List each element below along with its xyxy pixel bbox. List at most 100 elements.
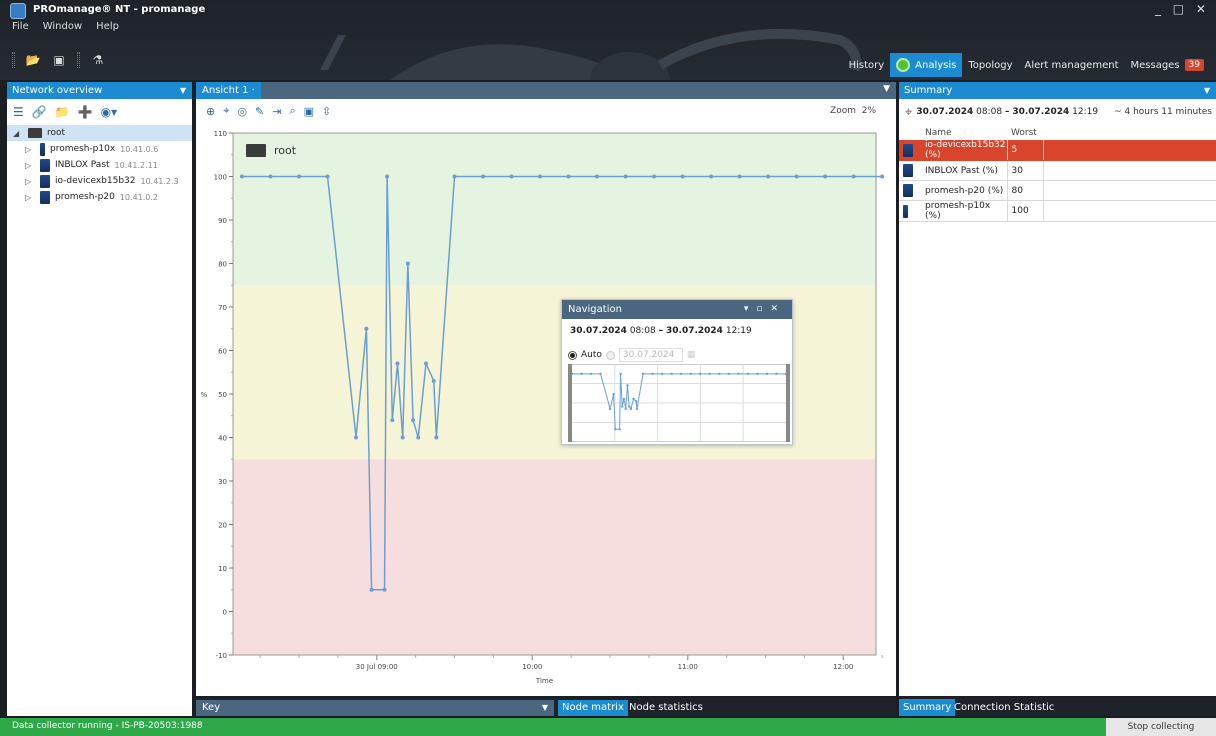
data-point — [538, 174, 543, 179]
tab-node-matrix[interactable]: Node matrix — [558, 700, 628, 716]
add-folder-icon[interactable]: 📁 — [55, 105, 70, 119]
add-device-icon[interactable]: ➕ — [78, 105, 93, 119]
menu-help[interactable]: Help — [96, 21, 119, 32]
zoom-area-icon[interactable]: ▣ — [304, 105, 314, 118]
window-controls[interactable]: _ □ ✕ — [1155, 2, 1210, 16]
tab-history[interactable]: History — [843, 53, 891, 77]
app-window: PROmanage® NT - promanage _ □ ✕ File Win… — [0, 0, 1216, 736]
navigation-minimap[interactable] — [568, 364, 790, 442]
expand-caret-icon[interactable]: ▷ — [25, 193, 35, 202]
tree-node-device[interactable]: ▷ INBLOX Past 10.41.2.11 — [7, 157, 192, 173]
data-point — [509, 174, 514, 179]
expand-caret-icon[interactable]: ▷ — [25, 145, 35, 154]
x-tick-label: 11:00 — [678, 663, 698, 671]
panel-menu-icon[interactable]: ▼ — [1204, 82, 1210, 99]
pointer-icon[interactable]: ⊕ — [206, 105, 215, 118]
table-row[interactable]: io-devicexb15b32 (%) 5 — [899, 140, 1216, 161]
summary-table: Name Worst io-devicexb15b32 (%) 5 INBLOX… — [899, 125, 1216, 222]
navigation-mode: Auto 30.07.2024 ▦ — [568, 348, 695, 362]
minimap-point — [599, 372, 602, 376]
close-tab-icon[interactable]: · — [252, 85, 255, 96]
table-row[interactable]: INBLOX Past (%) 30 — [899, 160, 1216, 181]
date-field[interactable]: 30.07.2024 — [618, 348, 683, 362]
minimap-point — [612, 393, 615, 396]
view-options-icon[interactable]: ◉▾ — [101, 105, 118, 119]
minimap-point — [634, 400, 638, 403]
toolbar-grip[interactable] — [77, 52, 80, 68]
tab-node-statistics[interactable]: Node statistics — [625, 700, 707, 716]
column-header-name[interactable]: Name — [921, 125, 1007, 140]
menu-bar: File Window Help — [12, 21, 119, 32]
tab-alert-management[interactable]: Alert management — [1019, 53, 1125, 77]
range-start-time: 08:08 — [629, 326, 656, 336]
minimap-point — [618, 428, 621, 431]
range-separator: – — [1004, 107, 1010, 117]
minimap-point — [708, 372, 711, 376]
data-point — [325, 174, 330, 179]
expand-caret-icon[interactable]: ▷ — [25, 177, 35, 186]
tab-topology[interactable]: Topology — [962, 53, 1018, 77]
fit-height-icon[interactable]: ⇳ — [322, 105, 331, 118]
stop-collecting-button[interactable]: Stop collecting — [1106, 718, 1216, 736]
fit-width-icon[interactable]: ⇥ — [272, 105, 281, 118]
save-icon[interactable]: ▣ — [51, 53, 67, 67]
popup-window-controls[interactable]: ▾▫✕ — [744, 300, 786, 319]
network-settings-icon[interactable]: ⚗ — [90, 53, 106, 67]
tree-node-device[interactable]: ▷ io-devicexb15b32 10.41.2.3 — [7, 173, 192, 189]
data-point — [434, 435, 439, 440]
tab-summary[interactable]: Summary — [899, 699, 956, 716]
zoom-value: 2% — [861, 106, 876, 116]
pen-icon[interactable]: ✎ — [255, 105, 264, 118]
data-point — [390, 418, 395, 423]
row-name: INBLOX Past (%) — [921, 160, 1007, 181]
tab-messages[interactable]: Messages 39 — [1125, 53, 1211, 77]
column-header-worst[interactable]: Worst — [1007, 125, 1043, 140]
tree-node-label: promesh-p10x — [50, 144, 116, 154]
data-point — [405, 261, 410, 266]
open-folder-icon[interactable]: 📂 — [25, 53, 41, 67]
data-point — [766, 174, 771, 179]
table-row[interactable]: promesh-p20 (%) 80 — [899, 180, 1216, 201]
data-point — [652, 174, 657, 179]
menu-file[interactable]: File — [12, 21, 29, 32]
table-row[interactable]: promesh-p10x (%) 100 — [899, 200, 1216, 222]
data-point — [851, 174, 856, 179]
analysis-status-icon — [896, 58, 911, 72]
minimap-point — [746, 372, 750, 376]
navigation-title: Navigation — [568, 304, 622, 315]
messages-count-badge: 39 — [1184, 59, 1204, 71]
main-nav-tabs: History Analysis Topology Alert manageme… — [843, 53, 1210, 77]
data-point — [452, 174, 457, 179]
menu-window[interactable]: Window — [43, 21, 82, 32]
link-icon[interactable]: 🔗 — [32, 105, 47, 119]
tree-node-device[interactable]: ▷ promesh-p10x 10.41.0.6 — [7, 141, 192, 157]
status-bar: Data collector running - IS-PB-20503:198… — [0, 718, 1216, 736]
panel-menu-icon[interactable]: ▼ — [180, 82, 186, 99]
view-tabs-menu-icon[interactable]: ▼ — [883, 84, 890, 94]
list-view-icon[interactable]: ☰ — [13, 105, 24, 119]
collapse-caret-icon[interactable]: ◢ — [13, 129, 23, 138]
auto-radio[interactable] — [568, 350, 577, 360]
x-axis-label: Time — [535, 677, 553, 685]
tree-node-device[interactable]: ▷ promesh-p20 10.41.0.2 — [7, 189, 192, 205]
minimap-point — [629, 407, 633, 411]
snapshot-icon[interactable]: ◎ — [237, 105, 247, 118]
zoom-icon[interactable]: ⌕ — [289, 104, 295, 118]
date-radio[interactable] — [605, 350, 615, 360]
status-text: Data collector running - IS-PB-20503:198… — [12, 721, 203, 731]
expand-caret-icon[interactable]: ▷ — [25, 161, 35, 170]
network-overview-panel: Network overview ▼ ☰ 🔗 📁 ➕ ◉▾ ◢ root ▷ p… — [7, 82, 192, 716]
toolbar-grip[interactable] — [12, 52, 15, 68]
tab-ansicht-1[interactable]: Ansicht 1 · — [196, 82, 261, 99]
minimap-point — [689, 372, 692, 376]
tree-node-label: promesh-p20 — [55, 192, 115, 202]
folder-icon — [28, 128, 42, 138]
zoom-indicator: Zoom 2% — [830, 106, 876, 116]
minimap-point — [651, 372, 654, 376]
tab-connection-statistic[interactable]: Connection Statistic — [950, 699, 1058, 716]
tree-node-root[interactable]: ◢ root — [7, 125, 192, 141]
crosshair-icon[interactable]: ⌖ — [223, 104, 229, 118]
key-dropdown[interactable]: Key ▼ — [196, 700, 554, 716]
calendar-icon[interactable]: ▦ — [687, 350, 696, 360]
tab-analysis[interactable]: Analysis — [890, 53, 963, 77]
